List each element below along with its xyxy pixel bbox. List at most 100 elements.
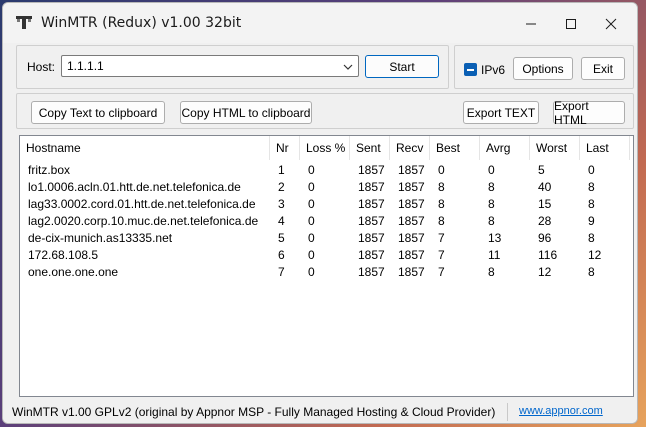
column-header-avrg[interactable]: Avrg [480,136,530,160]
cell-loss: 0 [308,163,315,177]
cell-nr: 2 [278,180,285,194]
cell-hostname: fritz.box [28,163,71,177]
cell-worst: 40 [538,180,552,194]
host-label: Host: [27,60,56,74]
cell-hostname: one.one.one.one [28,265,119,279]
ipv6-label: IPv6 [481,63,506,77]
exit-button[interactable]: Exit [581,57,625,80]
cell-last: 8 [588,265,595,279]
cell-recv: 1857 [398,248,425,262]
cell-recv: 1857 [398,163,425,177]
copy-html-button[interactable]: Copy HTML to clipboard [180,101,312,124]
cell-last: 8 [588,231,595,245]
cell-worst: 116 [538,248,558,262]
minimize-button[interactable] [513,9,549,39]
cell-worst: 96 [538,231,552,245]
cell-nr: 5 [278,231,285,245]
column-header-worst[interactable]: Worst [530,136,580,160]
column-header-sent[interactable]: Sent [350,136,390,160]
table-row[interactable]: one.one.one.one 7 0 1857 1857 7 8 12 8 [20,264,633,281]
options-button[interactable]: Options [513,57,573,80]
status-bar: WinMTR v1.00 GPLv2 (original by Appnor M… [3,400,637,423]
status-separator [507,403,508,421]
cell-loss: 0 [308,265,315,279]
cell-best: 7 [438,265,445,279]
cell-nr: 1 [278,163,285,177]
cell-sent: 1857 [358,248,385,262]
host-input[interactable]: 1.1.1.1 [61,55,359,77]
cell-hostname: de-cix-munich.as13335.net [28,231,173,245]
host-value: 1.1.1.1 [67,59,104,73]
cell-nr: 7 [278,265,285,279]
cell-worst: 15 [538,197,552,211]
cell-hostname: lag2.0020.corp.10.muc.de.net.telefonica.… [28,214,259,228]
chevron-down-icon[interactable] [342,61,354,73]
app-icon [16,16,32,29]
appnor-link[interactable]: www.appnor.com [519,405,603,417]
cell-recv: 1857 [398,231,425,245]
start-button[interactable]: Start [365,55,439,78]
cell-last: 12 [588,248,602,262]
cell-worst: 28 [538,214,552,228]
cell-best: 8 [438,180,445,194]
table-row[interactable]: lo1.0006.acln.01.htt.de.net.telefonica.d… [20,179,633,196]
cell-recv: 1857 [398,197,425,211]
cell-last: 0 [588,163,595,177]
cell-best: 8 [438,214,445,228]
table-row[interactable]: lag33.0002.cord.01.htt.de.net.telefonica… [20,196,633,213]
table-row[interactable]: 172.68.108.5 6 0 1857 1857 7 11 116 12 [20,247,633,264]
column-header-best[interactable]: Best [430,136,480,160]
cell-nr: 6 [278,248,285,262]
cell-sent: 1857 [358,231,385,245]
cell-avrg: 11 [488,248,501,262]
cell-recv: 1857 [398,214,425,228]
close-button[interactable] [593,9,629,39]
cell-sent: 1857 [358,265,385,279]
cell-nr: 4 [278,214,285,228]
cell-loss: 0 [308,231,315,245]
table-row[interactable]: fritz.box 1 0 1857 1857 0 0 5 0 [20,162,633,179]
column-header-hostname[interactable]: Hostname [20,136,270,160]
cell-avrg: 8 [488,265,495,279]
cell-hostname: lo1.0006.acln.01.htt.de.net.telefonica.d… [28,180,241,194]
cell-recv: 1857 [398,265,425,279]
cell-best: 0 [438,163,445,177]
cell-recv: 1857 [398,180,425,194]
cell-last: 9 [588,214,595,228]
cell-best: 7 [438,231,445,245]
cell-hostname: 172.68.108.5 [28,248,99,262]
export-text-button[interactable]: Export TEXT [463,101,539,124]
column-header-recv[interactable]: Recv [390,136,430,160]
cell-worst: 12 [538,265,552,279]
cell-hostname: lag33.0002.cord.01.htt.de.net.telefonica… [28,197,256,211]
column-header-nr[interactable]: Nr [270,136,300,160]
cell-avrg: 8 [488,214,495,228]
table-row[interactable]: lag2.0020.corp.10.muc.de.net.telefonica.… [20,213,633,230]
maximize-icon [566,19,576,29]
cell-nr: 3 [278,197,285,211]
title-bar[interactable]: WinMTR (Redux) v1.00 32bit [3,3,637,43]
close-icon [605,18,617,30]
cell-best: 8 [438,197,445,211]
maximize-button[interactable] [553,9,589,39]
table-row[interactable]: de-cix-munich.as13335.net 5 0 1857 1857 … [20,230,633,247]
cell-sent: 1857 [358,214,385,228]
results-table[interactable]: Hostname Nr Loss % Sent Recv Best Avrg W… [19,135,634,397]
export-html-button[interactable]: Export HTML [553,99,625,127]
cell-sent: 1857 [358,180,385,194]
column-header-last[interactable]: Last [580,136,630,160]
cell-avrg: 8 [488,197,495,211]
cell-sent: 1857 [358,163,385,177]
cell-loss: 0 [308,180,315,194]
cell-avrg: 8 [488,180,495,194]
minimize-icon [526,23,536,25]
ipv6-checkbox[interactable] [464,63,477,76]
cell-sent: 1857 [358,197,385,211]
window-title: WinMTR (Redux) v1.00 32bit [41,15,242,31]
table-header: Hostname Nr Loss % Sent Recv Best Avrg W… [20,136,633,160]
copy-text-button[interactable]: Copy Text to clipboard [31,101,165,124]
status-text: WinMTR v1.00 GPLv2 (original by Appnor M… [12,405,496,419]
cell-last: 8 [588,197,595,211]
column-header-loss[interactable]: Loss % [300,136,350,160]
cell-loss: 0 [308,248,315,262]
